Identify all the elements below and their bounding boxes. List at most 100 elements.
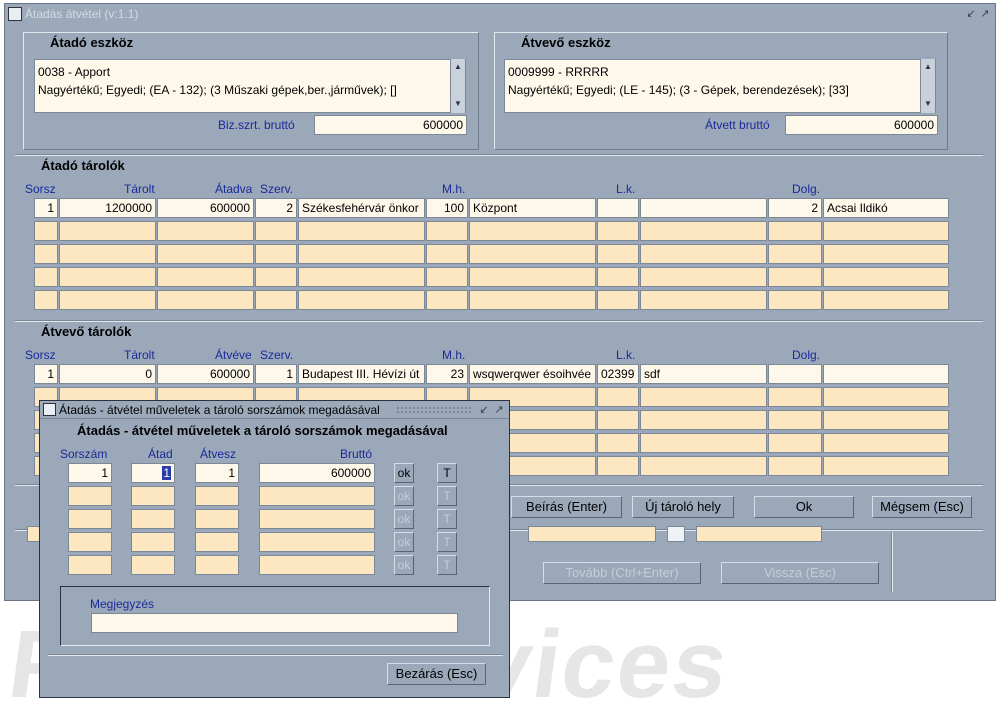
atado-szerv-name-cell[interactable]: Székesfehérvár önkor <box>298 198 425 218</box>
empty-cell[interactable] <box>640 456 767 476</box>
atado-atadva-cell[interactable]: 600000 <box>157 198 254 218</box>
dialog-brutto-cell[interactable]: 600000 <box>259 463 375 483</box>
empty-cell[interactable] <box>195 486 239 506</box>
empty-cell[interactable] <box>426 267 468 287</box>
empty-cell[interactable] <box>195 555 239 575</box>
megsem-button[interactable]: Mégsem (Esc) <box>872 496 972 518</box>
empty-cell[interactable] <box>823 267 949 287</box>
empty-cell[interactable] <box>34 290 58 310</box>
minimize-icon[interactable]: ↙ <box>478 404 490 416</box>
dialog-t-button[interactable]: T <box>437 509 457 529</box>
atado-lk-cell[interactable] <box>597 198 639 218</box>
empty-cell[interactable] <box>157 290 254 310</box>
empty-cell[interactable] <box>68 555 112 575</box>
empty-cell[interactable] <box>768 456 822 476</box>
empty-cell[interactable] <box>823 456 949 476</box>
empty-cell[interactable] <box>640 433 767 453</box>
ok-button[interactable]: Ok <box>754 496 854 518</box>
dialog-t-button[interactable]: T <box>437 532 457 552</box>
beiras-button[interactable]: Beírás (Enter) <box>511 496 622 518</box>
empty-cell[interactable] <box>597 221 639 241</box>
dialog-atvesz-cell[interactable]: 1 <box>195 463 239 483</box>
uj-tarolo-hely-button[interactable]: Új tároló hely <box>632 496 734 518</box>
empty-cell[interactable] <box>597 410 639 430</box>
empty-cell[interactable] <box>68 509 112 529</box>
atvevo-eszkoz-scrollbar[interactable]: ▲ ▼ <box>920 59 935 113</box>
empty-cell[interactable] <box>768 387 822 407</box>
empty-cell[interactable] <box>131 509 175 529</box>
empty-cell[interactable] <box>823 410 949 430</box>
window-titlebar[interactable]: Átadás átvétel (v:1.1) <box>5 4 995 24</box>
empty-cell[interactable] <box>34 267 58 287</box>
empty-cell[interactable] <box>597 387 639 407</box>
empty-cell[interactable] <box>597 433 639 453</box>
atvevo-lk-cell[interactable]: 02399 <box>597 364 639 384</box>
empty-cell[interactable] <box>157 244 254 264</box>
underlying-field[interactable] <box>528 526 656 542</box>
empty-cell[interactable] <box>768 433 822 453</box>
empty-cell[interactable] <box>823 433 949 453</box>
dialog-ok-button[interactable]: ok <box>394 532 414 552</box>
empty-cell[interactable] <box>131 555 175 575</box>
atado-szerv-cell[interactable]: 2 <box>255 198 297 218</box>
empty-cell[interactable] <box>157 267 254 287</box>
atvevo-sorsz-cell[interactable]: 1 <box>34 364 58 384</box>
minimize-icon[interactable]: ↙ <box>965 8 977 20</box>
empty-cell[interactable] <box>597 456 639 476</box>
dialog-t-button[interactable]: T <box>437 555 457 575</box>
empty-cell[interactable] <box>259 486 375 506</box>
empty-cell[interactable] <box>157 221 254 241</box>
empty-cell[interactable] <box>131 532 175 552</box>
scroll-down-icon[interactable]: ▼ <box>452 98 464 110</box>
atvevo-mh-name-cell[interactable]: wsqwerqwer ésoihvée <box>469 364 596 384</box>
biz-szrt-brutto-field[interactable]: 600000 <box>314 115 467 135</box>
empty-cell[interactable] <box>259 555 375 575</box>
empty-cell[interactable] <box>298 267 425 287</box>
atvevo-dolg-name-cell[interactable] <box>823 364 949 384</box>
underlying-checkbox[interactable] <box>667 526 685 542</box>
empty-cell[interactable] <box>640 221 767 241</box>
atado-dolg-name-cell[interactable]: Acsai Ildikó <box>823 198 949 218</box>
empty-cell[interactable] <box>640 290 767 310</box>
maximize-icon[interactable]: ↗ <box>493 404 505 416</box>
empty-cell[interactable] <box>59 244 156 264</box>
atvevo-mh-cell[interactable]: 23 <box>426 364 468 384</box>
megjegyzes-input[interactable] <box>91 613 458 633</box>
atado-sorsz-cell[interactable]: 1 <box>34 198 58 218</box>
atvevo-lk-name-cell[interactable]: sdf <box>640 364 767 384</box>
empty-cell[interactable] <box>34 221 58 241</box>
empty-cell[interactable] <box>597 267 639 287</box>
dialog-atad-cell[interactable]: 1 <box>131 463 175 483</box>
empty-cell[interactable] <box>768 221 822 241</box>
empty-cell[interactable] <box>195 509 239 529</box>
empty-cell[interactable] <box>823 221 949 241</box>
empty-cell[interactable] <box>768 290 822 310</box>
empty-cell[interactable] <box>597 244 639 264</box>
empty-cell[interactable] <box>255 290 297 310</box>
atvevo-eszkoz-description[interactable]: 0009999 - RRRRR Nagyértékű; Egyedi; (LE … <box>504 59 936 113</box>
empty-cell[interactable] <box>255 221 297 241</box>
atvevo-szerv-cell[interactable]: 1 <box>255 364 297 384</box>
empty-cell[interactable] <box>255 267 297 287</box>
empty-cell[interactable] <box>131 486 175 506</box>
empty-cell[interactable] <box>640 387 767 407</box>
empty-cell[interactable] <box>823 244 949 264</box>
atvevo-dolg-cell[interactable] <box>768 364 822 384</box>
atado-eszkoz-description[interactable]: 0038 - Apport Nagyértékű; Egyedi; (EA - … <box>34 59 466 113</box>
empty-cell[interactable] <box>597 290 639 310</box>
empty-cell[interactable] <box>768 267 822 287</box>
empty-cell[interactable] <box>68 532 112 552</box>
maximize-icon[interactable]: ↗ <box>979 8 991 20</box>
empty-cell[interactable] <box>823 290 949 310</box>
empty-cell[interactable] <box>59 267 156 287</box>
empty-cell[interactable] <box>768 410 822 430</box>
empty-cell[interactable] <box>259 532 375 552</box>
empty-cell[interactable] <box>640 410 767 430</box>
atado-mh-cell[interactable]: 100 <box>426 198 468 218</box>
dialog-t-button[interactable]: T <box>437 463 457 483</box>
empty-cell[interactable] <box>255 244 297 264</box>
empty-cell[interactable] <box>426 221 468 241</box>
empty-cell[interactable] <box>298 290 425 310</box>
bezaras-button[interactable]: Bezárás (Esc) <box>387 663 486 685</box>
atvett-brutto-field[interactable]: 600000 <box>785 115 938 135</box>
